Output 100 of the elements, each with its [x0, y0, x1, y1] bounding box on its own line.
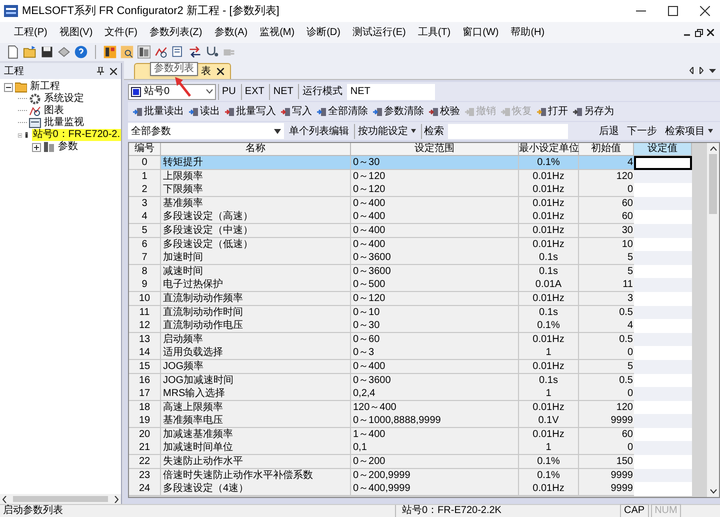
input-field[interactable]: [634, 482, 692, 496]
arrows-icon[interactable]: [188, 45, 202, 59]
scroll-left-icon[interactable]: [2, 496, 7, 502]
action-button[interactable]: 另存为: [572, 104, 615, 120]
dropdown-icon: [274, 128, 281, 134]
menu-item[interactable]: 测试运行(E): [348, 25, 410, 40]
menu-item[interactable]: 工具(T): [414, 25, 455, 40]
action-button[interactable]: 校验: [428, 104, 461, 120]
close-icon[interactable]: [217, 68, 224, 75]
table-cell: 3: [579, 292, 634, 306]
action-button[interactable]: 参数清除: [372, 104, 425, 120]
filter-dropdown[interactable]: 全部参数: [128, 123, 284, 139]
close-icon[interactable]: [700, 6, 710, 16]
list-icon[interactable]: [171, 45, 185, 59]
tree-item[interactable]: 站号0：FR-E720-2.: [32, 129, 121, 141]
back-button[interactable]: 后退: [596, 124, 622, 138]
function-setting-button[interactable]: 按功能设定: [354, 124, 419, 138]
menu-item[interactable]: 文件(F): [100, 25, 142, 40]
maximize-icon[interactable]: [668, 6, 678, 16]
document-icon[interactable]: [6, 45, 20, 59]
table-cell: 启动频率: [161, 332, 351, 347]
tree-item[interactable]: 参数: [57, 141, 79, 153]
input-field[interactable]: [634, 183, 692, 198]
input-field[interactable]: [634, 346, 692, 360]
menu-item[interactable]: 帮助(H): [506, 25, 549, 40]
input-field[interactable]: [634, 278, 692, 292]
pin-icon[interactable]: [97, 67, 104, 75]
scroll-right-icon[interactable]: [699, 66, 704, 74]
tree-item[interactable]: 图表: [43, 105, 65, 117]
input-field[interactable]: [634, 264, 692, 279]
input-field[interactable]: [634, 306, 692, 320]
input-field[interactable]: [634, 156, 692, 170]
input-field[interactable]: [634, 400, 692, 415]
table-cell: 1: [519, 387, 579, 402]
input-field[interactable]: [634, 251, 692, 266]
input-field[interactable]: [634, 292, 692, 306]
table-cell: 0.01Hz: [519, 428, 579, 442]
scroll-right-icon[interactable]: [114, 496, 119, 502]
expand-icon[interactable]: [32, 142, 41, 152]
next-button[interactable]: 下一步: [624, 124, 660, 138]
input-field[interactable]: [634, 170, 692, 184]
folder-icon[interactable]: [23, 45, 37, 59]
panel-icon[interactable]: [103, 45, 117, 59]
menu-item[interactable]: 视图(V): [55, 25, 97, 40]
scroll-up-icon[interactable]: [710, 146, 716, 151]
input-field[interactable]: [634, 238, 692, 252]
input-field[interactable]: [634, 468, 692, 483]
input-field[interactable]: [634, 455, 692, 470]
table-cell: 0～1000,8888,9999: [351, 414, 519, 428]
search-items-button[interactable]: 检索项目: [662, 124, 716, 138]
action-button[interactable]: 批量读出: [132, 104, 185, 120]
tree-item[interactable]: 新工程: [29, 81, 61, 93]
input-field[interactable]: [634, 210, 692, 224]
menu-item[interactable]: 监视(M): [256, 25, 299, 40]
dropdown-icon[interactable]: [709, 68, 716, 72]
action-button[interactable]: 批量写入: [224, 104, 277, 120]
menu-item[interactable]: 窗口(W): [458, 25, 503, 40]
dropdown-icon: [708, 129, 713, 133]
chart-icon[interactable]: [154, 45, 168, 59]
input-field[interactable]: [634, 428, 692, 442]
input-field[interactable]: [634, 414, 692, 428]
collapse-icon[interactable]: [4, 82, 13, 92]
search-field[interactable]: [448, 124, 568, 138]
station-dropdown[interactable]: 站号0: [128, 84, 216, 100]
input-field[interactable]: [634, 387, 692, 402]
action-button[interactable]: 打开: [536, 104, 569, 120]
horizontal-scrollbar[interactable]: [0, 494, 121, 504]
menu-item[interactable]: 工程(P): [10, 25, 52, 40]
vertical-scrollbar[interactable]: [707, 143, 719, 497]
scroll-thumb[interactable]: [709, 154, 717, 214]
action-button[interactable]: 读出: [188, 104, 221, 120]
mode-button[interactable]: NET: [269, 84, 296, 100]
restore-icon[interactable]: [695, 28, 703, 36]
menu-item[interactable]: 参数列表(Z): [145, 25, 206, 40]
table-cell: 加速时间: [161, 251, 351, 266]
input-field[interactable]: [634, 374, 692, 388]
input-field[interactable]: [634, 319, 692, 334]
help-icon[interactable]: [74, 45, 88, 59]
magnifier-icon[interactable]: [120, 45, 134, 59]
book-icon[interactable]: [137, 45, 151, 59]
input-field[interactable]: [634, 332, 692, 347]
close-icon[interactable]: [110, 68, 117, 74]
mode-button[interactable]: EXT: [240, 84, 268, 100]
table-cell: 0.01Hz: [519, 183, 579, 198]
mode-button[interactable]: PU: [218, 84, 239, 100]
tree-item[interactable]: 系统设定: [43, 93, 85, 105]
edit-list-button[interactable]: 单个列表编辑: [286, 124, 352, 138]
input-field[interactable]: [634, 196, 692, 211]
input-field[interactable]: [634, 360, 692, 374]
tree-item[interactable]: 批量监视: [43, 117, 85, 129]
menu-item[interactable]: 参数(A): [210, 25, 252, 40]
action-button[interactable]: 写入: [280, 104, 313, 120]
close-icon[interactable]: [707, 29, 714, 36]
scroll-left-icon[interactable]: [689, 66, 694, 74]
scroll-down-icon[interactable]: [710, 489, 716, 494]
input-field[interactable]: [634, 441, 692, 456]
menu-item[interactable]: 诊断(D): [302, 25, 344, 40]
action-button[interactable]: 全部清除: [316, 104, 369, 120]
table-cell: 15: [129, 360, 161, 374]
input-field[interactable]: [634, 224, 692, 238]
